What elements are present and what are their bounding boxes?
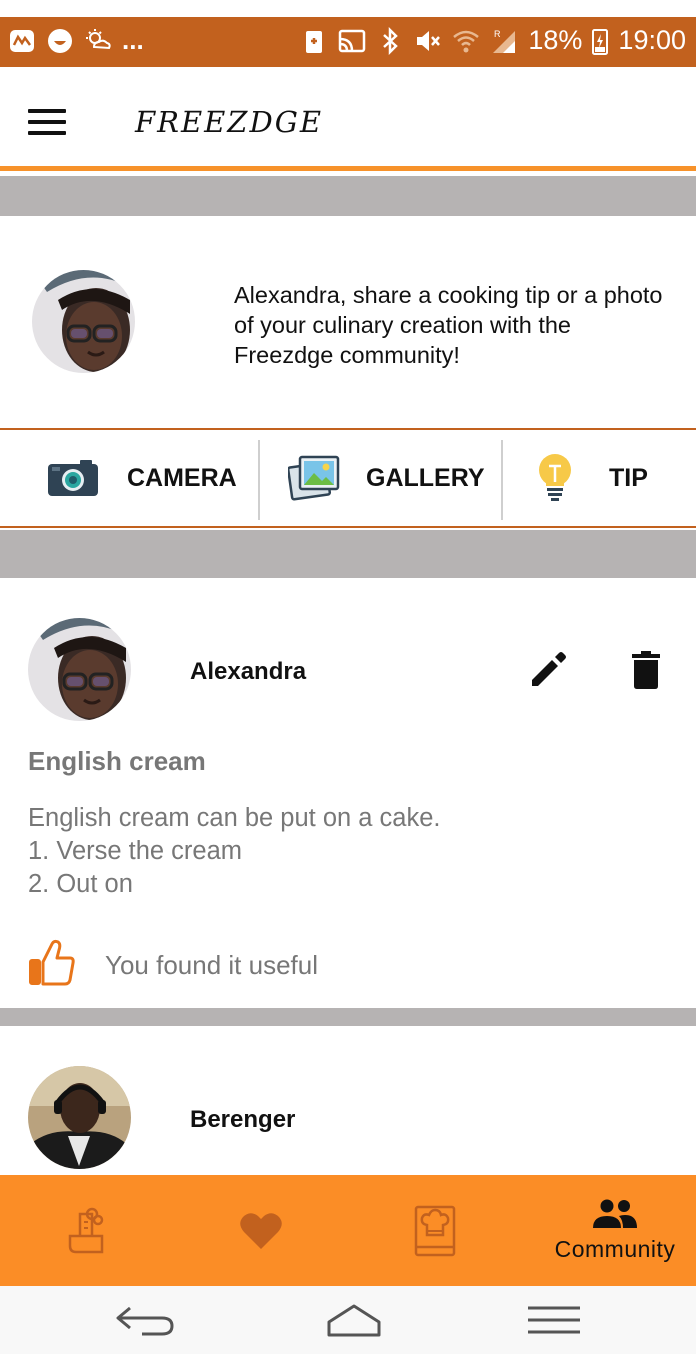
gallery-icon <box>288 455 340 501</box>
section-separator <box>0 176 696 216</box>
battery-saver-icon <box>306 30 323 53</box>
menu-icon[interactable] <box>28 109 66 135</box>
top-strip <box>0 0 696 17</box>
mute-icon <box>417 30 441 51</box>
post-title: English cream <box>28 746 206 776</box>
thumbs-up-icon[interactable] <box>28 938 76 988</box>
nav-community-label: Community <box>554 1236 676 1262</box>
more-notifications: ... <box>122 25 144 55</box>
system-navigation-bar <box>0 1286 696 1354</box>
gallery-label: GALLERY <box>366 463 485 492</box>
nav-recipes[interactable] <box>348 1175 522 1286</box>
weather-icon <box>86 28 111 49</box>
home-icon[interactable] <box>326 1302 382 1338</box>
action-divider <box>258 440 260 520</box>
author-avatar[interactable] <box>28 1066 131 1169</box>
app-bar: FREEZDGE <box>0 67 696 171</box>
post-body-line: English cream can be put on a cake. <box>28 804 441 832</box>
tip-button[interactable]: TIP <box>536 430 648 526</box>
battery-charging-icon <box>592 28 609 55</box>
smiley-notification-icon <box>48 28 72 53</box>
camera-button[interactable]: CAMERA <box>46 430 237 526</box>
status-bar: ... R 18% 19:00 <box>0 17 696 67</box>
recipe-book-icon <box>414 1205 456 1256</box>
action-divider <box>501 440 503 520</box>
app-notification-icon <box>10 29 34 52</box>
author-name[interactable]: Alexandra <box>190 658 306 686</box>
tip-label: TIP <box>609 463 648 492</box>
author-avatar[interactable] <box>28 618 131 721</box>
heart-icon <box>240 1212 282 1249</box>
user-avatar <box>32 270 135 373</box>
post-actions-bar: CAMERA GALLERY TIP <box>0 428 696 528</box>
post-body-line: 1. Verse the cream <box>28 837 243 865</box>
composer-prompt: Alexandra, share a cooking tip or a phot… <box>234 282 663 368</box>
bluetooth-icon <box>383 26 399 55</box>
post-card: Berenger <box>0 1026 696 1176</box>
fridge-ingredients-icon <box>68 1207 104 1253</box>
camera-label: CAMERA <box>127 463 237 492</box>
recent-apps-icon[interactable] <box>526 1304 582 1336</box>
nav-fridge[interactable] <box>0 1175 174 1286</box>
nav-community[interactable]: Community <box>528 1175 696 1286</box>
signal-icon: R <box>493 29 516 53</box>
section-separator <box>0 1008 696 1026</box>
clock: 19:00 <box>618 25 686 55</box>
battery-percent: 18% <box>528 25 583 55</box>
lightbulb-icon <box>539 454 571 501</box>
delete-icon[interactable] <box>630 650 662 690</box>
composer-card[interactable]: Alexandra, share a cooking tip or a phot… <box>0 216 696 428</box>
back-icon[interactable] <box>114 1300 178 1340</box>
cast-icon <box>339 29 366 52</box>
gallery-button[interactable]: GALLERY <box>288 430 485 526</box>
community-icon <box>593 1199 637 1228</box>
useful-status: You found it useful <box>105 950 318 980</box>
post-card: Alexandra English cream English cream ca… <box>0 578 696 1008</box>
section-separator <box>0 530 696 578</box>
wifi-icon <box>453 30 480 52</box>
app-logo-title: FREEZDGE <box>135 105 324 139</box>
nav-favorites[interactable] <box>174 1175 348 1286</box>
svg-text:R: R <box>494 29 501 39</box>
camera-icon <box>48 460 98 496</box>
post-body: English cream can be put on a cake. 1. V… <box>28 802 441 901</box>
edit-icon[interactable] <box>528 650 568 690</box>
author-name[interactable]: Berenger <box>190 1106 295 1134</box>
post-body-line: 2. Out on <box>28 870 133 898</box>
bottom-navigation: Community <box>0 1175 696 1286</box>
